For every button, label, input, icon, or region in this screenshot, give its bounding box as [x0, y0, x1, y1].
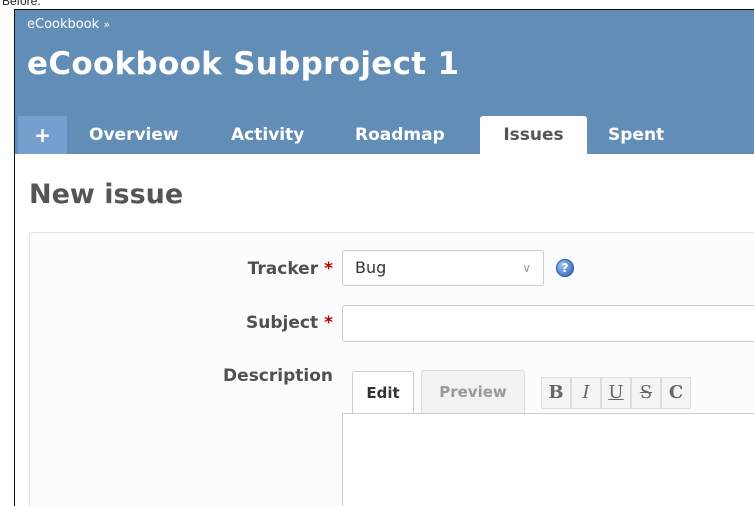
tracker-label-text: Tracker: [247, 259, 319, 279]
editor-tab-edit[interactable]: Edit: [352, 371, 414, 413]
chevron-down-icon: ∨: [522, 261, 531, 275]
tab-spent-time[interactable]: Spent time: [608, 116, 664, 183]
before-caption: Before:: [2, 0, 41, 8]
top-header: eCookbook » eCookbook Subproject 1 + Ove…: [15, 10, 754, 183]
breadcrumb-link-ecookbook[interactable]: eCookbook: [27, 17, 99, 32]
tab-new-object[interactable]: +: [18, 116, 67, 154]
editor-tab-preview[interactable]: Preview: [421, 370, 525, 414]
required-marker: *: [324, 259, 333, 279]
tab-overview[interactable]: Overview: [89, 116, 179, 154]
tracker-selected-value: Bug: [355, 258, 387, 277]
description-label: Description: [223, 366, 333, 386]
breadcrumb: eCookbook »: [27, 17, 110, 32]
page-title: New issue: [29, 179, 184, 210]
italic-button[interactable]: I: [571, 377, 601, 409]
tab-roadmap[interactable]: Roadmap: [355, 116, 445, 154]
code-button[interactable]: C: [661, 377, 691, 409]
breadcrumb-separator: »: [103, 18, 111, 31]
subject-label: Subject *: [165, 313, 333, 333]
tracker-select[interactable]: Bug ∨: [342, 250, 544, 286]
subject-input[interactable]: [342, 305, 754, 342]
tab-activity[interactable]: Activity: [231, 116, 304, 154]
browser-viewport: eCookbook » eCookbook Subproject 1 + Ove…: [14, 9, 754, 506]
tracker-label: Tracker *: [165, 259, 333, 279]
strikethrough-button[interactable]: S: [631, 377, 661, 409]
required-marker: *: [324, 313, 333, 333]
description-textarea[interactable]: [342, 413, 754, 506]
subject-label-text: Subject: [246, 313, 319, 333]
bold-button[interactable]: B: [541, 377, 571, 409]
underline-button[interactable]: U: [601, 377, 631, 409]
tab-issues[interactable]: Issues: [480, 116, 587, 154]
project-title: eCookbook Subproject 1: [27, 46, 460, 82]
help-icon[interactable]: ?: [556, 259, 574, 277]
